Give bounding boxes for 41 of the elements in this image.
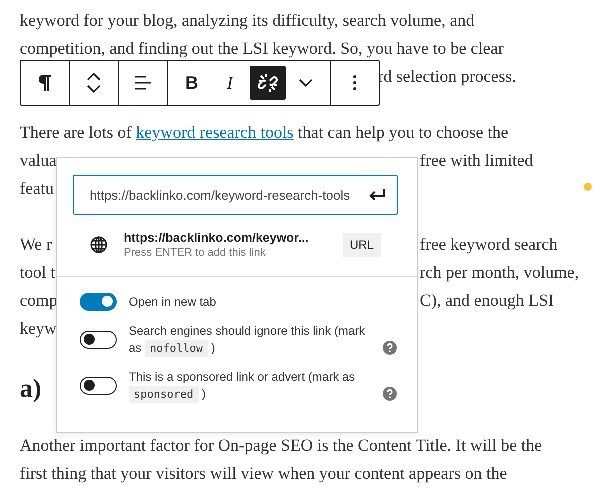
text-fragment: valua [20, 151, 57, 170]
text-link[interactable]: keyword research tools [136, 123, 294, 142]
text-fragment: free keyword search [420, 235, 558, 254]
suggestion-hint: Press ENTER to add this link [124, 246, 267, 260]
more-vertical-icon [353, 75, 357, 91]
caret-icon [299, 79, 313, 87]
dot-marker [584, 183, 592, 191]
text-fragment: keyw [20, 319, 57, 338]
help-icon[interactable] [383, 387, 397, 401]
text-line: competition, and finding out the LSI keyword. So, you have to be clear [20, 39, 504, 58]
bold-button[interactable]: B [174, 66, 210, 100]
toggle-switch[interactable] [80, 331, 117, 349]
url-input-field[interactable]: https://backlinko.com/keyword-research-tools [73, 175, 398, 215]
align-left-icon [134, 75, 152, 91]
text-fragment: free with limited [420, 151, 534, 170]
setting-label: Search engines should ignore this link (mark as nofollow ) [129, 323, 366, 357]
text-fragment: rch per month, volume, [420, 263, 580, 282]
help-icon[interactable] [383, 341, 397, 355]
text-fragment: tool t [20, 263, 56, 282]
text-fragment: C), and enough LSI [420, 291, 554, 310]
text-line: Another important factor for On-page SEO is the Content Title. It will be the [20, 436, 542, 455]
toggle-switch[interactable] [80, 293, 117, 311]
text-line: keyword for your blog, analyzing its difficulty, search volume, and [20, 11, 475, 30]
text-line: first thing that your visitors will view when your content appears on the [20, 464, 508, 483]
italic-button[interactable]: I [212, 66, 248, 100]
setting-label: Open in new tab [129, 294, 216, 310]
toggle-switch[interactable] [80, 377, 117, 395]
chevron-up-down-icon [86, 72, 102, 94]
paragraph-icon [38, 74, 52, 92]
link-icon [257, 72, 279, 94]
text-fragment: comp [20, 291, 58, 310]
link-type-label: URL [342, 233, 381, 257]
enter-icon[interactable] [368, 189, 386, 201]
text-fragment: featu [20, 179, 54, 198]
suggestion-url: https://backlinko.com/keywor... [124, 230, 309, 246]
text-fragment: We r [20, 235, 52, 254]
heading: a) [20, 373, 42, 405]
text-line: There are lots of keyword research tools that can help you to choose the [20, 123, 509, 142]
globe-icon [90, 236, 108, 254]
setting-label: This is a sponsored link or advert (mark as sponsored ) [129, 369, 356, 403]
link-button[interactable] [250, 66, 286, 100]
